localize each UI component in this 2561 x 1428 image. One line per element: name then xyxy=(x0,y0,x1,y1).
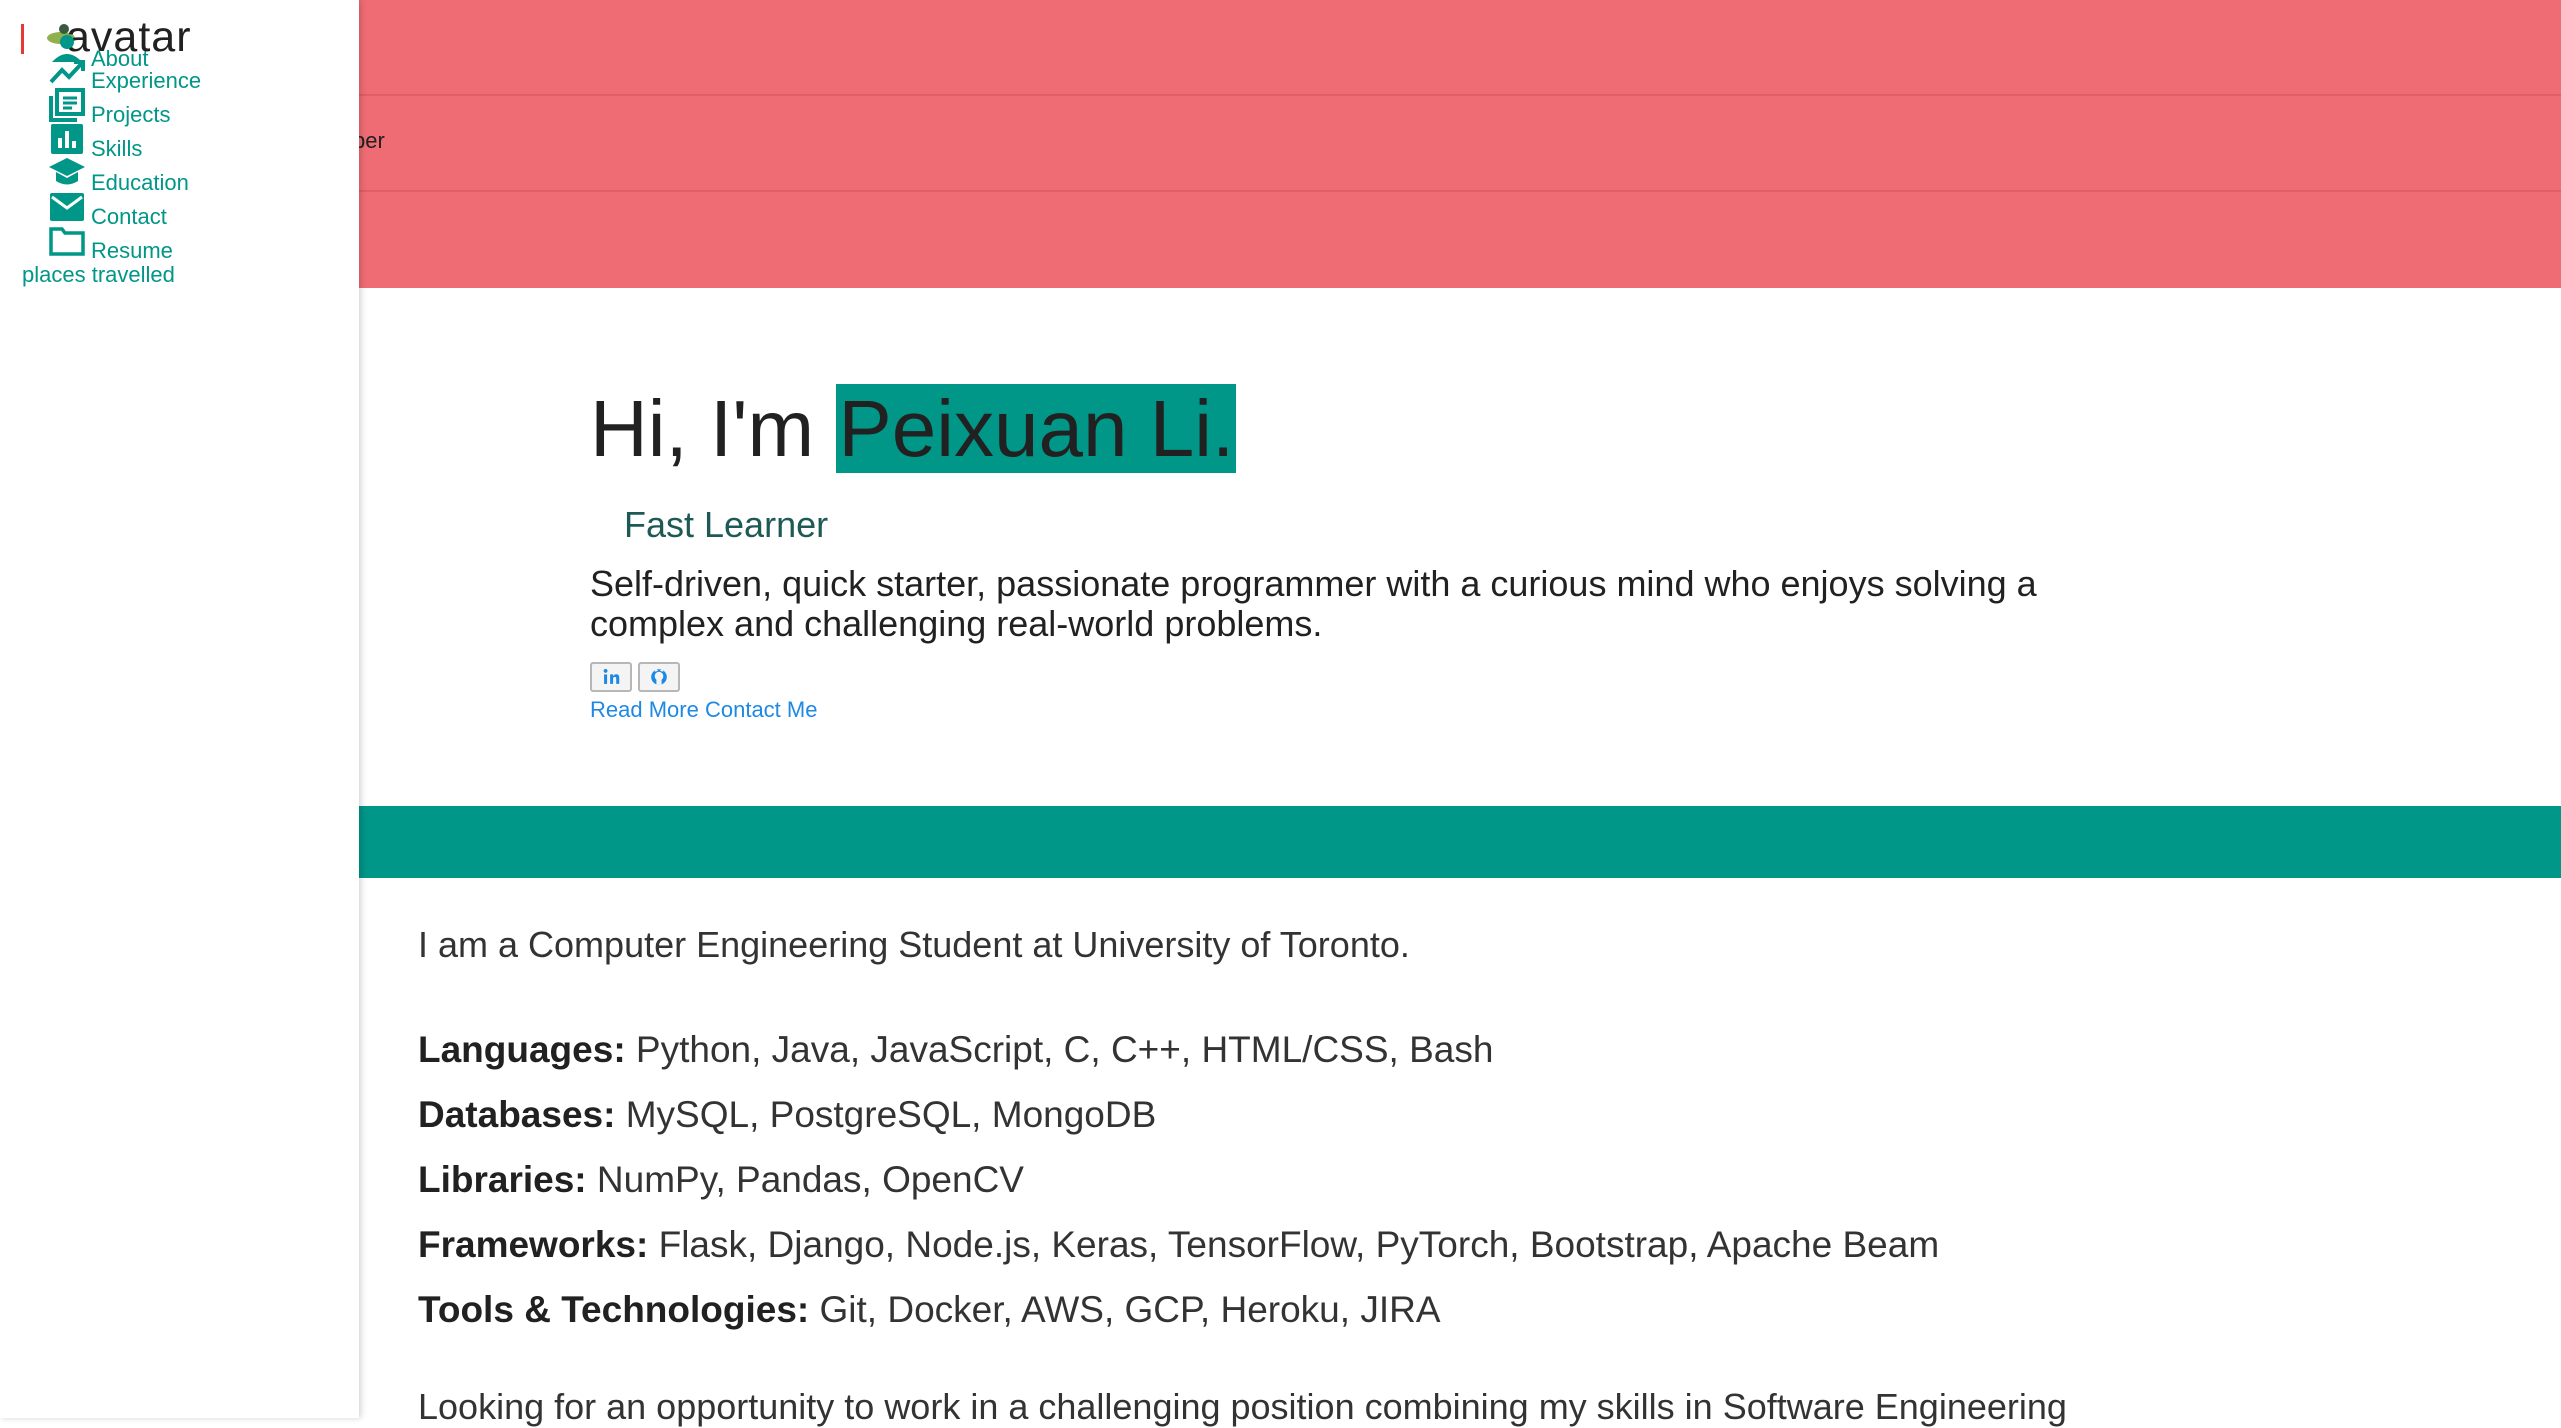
hero-name: Peixuan Li. xyxy=(836,384,1237,473)
header-row: ber xyxy=(353,96,2561,192)
graduation-cap-icon xyxy=(49,158,85,185)
skill-row-frameworks: Frameworks: Flask, Django, Node.js, Kera… xyxy=(418,1223,1939,1267)
skill-value: Flask, Django, Node.js, Keras, TensorFlo… xyxy=(658,1224,1940,1265)
skill-row-tools: Tools & Technologies: Git, Docker, AWS, … xyxy=(418,1288,1441,1332)
header-banner: ber xyxy=(353,0,2561,288)
skill-row-languages: Languages: Python, Java, JavaScript, C, … xyxy=(418,1028,1493,1072)
about-intro: I am a Computer Engineering Student at U… xyxy=(418,924,1410,965)
github-button[interactable] xyxy=(638,662,680,692)
sidebar-item-skills[interactable]: Skills xyxy=(48,122,308,161)
skill-label: Frameworks: xyxy=(418,1224,649,1265)
sidebar-item-education[interactable]: Education xyxy=(48,156,308,195)
trending-up-icon xyxy=(49,60,85,84)
linkedin-button[interactable] xyxy=(590,662,632,692)
skill-row-databases: Databases: MySQL, PostgreSQL, MongoDB xyxy=(418,1093,1156,1137)
linkedin-icon xyxy=(603,669,620,684)
hero-greeting: Hi, I'm xyxy=(590,384,837,473)
skill-value: Python, Java, JavaScript, C, C++, HTML/C… xyxy=(635,1029,1494,1070)
skill-value: Git, Docker, AWS, GCP, Heroku, JIRA xyxy=(819,1289,1441,1330)
hero-links: Read More Contact Me xyxy=(590,697,817,723)
sidebar-item-projects[interactable]: Projects xyxy=(48,88,308,127)
section-divider-band xyxy=(359,806,2561,878)
hero-description: Self-driven, quick starter, passionate p… xyxy=(590,563,2037,644)
sidebar-item-experience[interactable]: Experience xyxy=(48,54,308,93)
active-indicator xyxy=(21,24,24,54)
read-more-link[interactable]: Read More xyxy=(590,697,699,722)
skill-label: Languages: xyxy=(418,1029,626,1070)
sidebar-item-contact[interactable]: Contact xyxy=(48,190,308,229)
about-looking-text: Looking for an opportunity to work in a … xyxy=(418,1386,2067,1427)
skill-row-libraries: Libraries: NumPy, Pandas, OpenCV xyxy=(418,1158,1024,1202)
mail-icon xyxy=(50,193,84,221)
skill-value: NumPy, Pandas, OpenCV xyxy=(596,1159,1024,1200)
github-icon xyxy=(651,668,667,685)
folder-icon xyxy=(49,227,85,256)
places-travelled-link[interactable]: places travelled xyxy=(22,261,175,289)
sidebar: avatar About Experience Projects Skills … xyxy=(0,0,359,1418)
document-list-icon xyxy=(49,88,85,122)
skill-value: MySQL, PostgreSQL, MongoDB xyxy=(625,1094,1157,1135)
hero-subtitle: Fast Learner xyxy=(624,504,829,545)
skill-label: Libraries: xyxy=(418,1159,587,1200)
header-row xyxy=(359,0,2561,96)
header-row xyxy=(359,192,2561,286)
contact-me-link[interactable]: Contact Me xyxy=(705,697,818,722)
skill-label: Databases: xyxy=(418,1094,616,1135)
bar-chart-icon xyxy=(51,124,83,154)
skill-label: Tools & Technologies: xyxy=(418,1289,810,1330)
sidebar-item-resume[interactable]: Resume xyxy=(48,224,308,263)
hero-title: Hi, I'm Peixuan Li. xyxy=(590,380,1237,478)
